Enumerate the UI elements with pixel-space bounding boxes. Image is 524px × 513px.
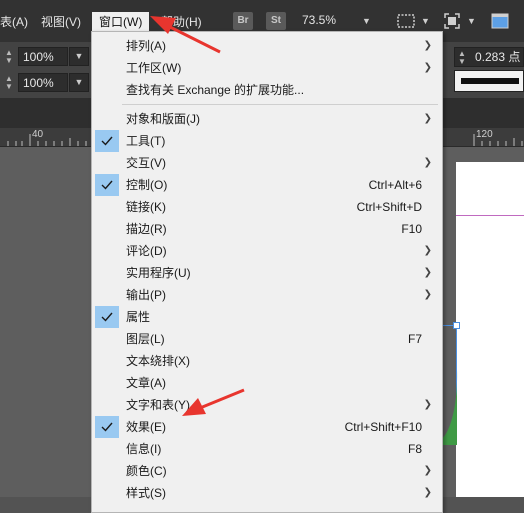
menu-item-label: 样式(S): [126, 486, 166, 500]
menu-item-interactive[interactable]: 交互(V) ❯: [92, 152, 440, 174]
ruler-label-120: 120: [476, 129, 493, 140]
menu-item-output[interactable]: 输出(P) ❯: [92, 284, 440, 306]
menu-item-styles[interactable]: 样式(S) ❯: [92, 482, 440, 504]
stroke-weight-stepper[interactable]: ▲ ▼: [458, 50, 466, 66]
menu-item-label: 查找有关 Exchange 的扩展功能...: [126, 83, 305, 97]
screen-mode-dropdown-icon[interactable]: ▼: [467, 16, 476, 26]
menu-item-arrange[interactable]: 排列(A) ❯: [92, 35, 440, 57]
scale-y-field[interactable]: 100%: [18, 73, 68, 92]
menu-separator: [122, 104, 438, 105]
menu-item-links[interactable]: 链接(K) Ctrl+Shift+D: [92, 196, 440, 218]
view-options-dropdown-icon[interactable]: ▼: [421, 16, 430, 26]
menu-item-label: 对象和版面(J): [126, 112, 200, 126]
submenu-arrow-icon: ❯: [423, 487, 432, 498]
menu-view[interactable]: 视图(V): [41, 13, 81, 31]
menu-item-label: 工作区(W): [126, 61, 182, 75]
bridge-button[interactable]: Br: [233, 12, 253, 30]
submenu-arrow-icon: ❯: [423, 465, 432, 476]
margin-guide: [456, 215, 524, 216]
ruler-label-40: 40: [32, 129, 44, 140]
green-shape[interactable]: [440, 365, 464, 445]
zoom-dropdown-icon[interactable]: ▼: [362, 16, 371, 26]
menu-item-control[interactable]: 控制(O) Ctrl+Alt+6: [92, 174, 440, 196]
menu-item-layers[interactable]: 图层(L) F7: [92, 328, 440, 350]
checkmark-icon: [95, 174, 119, 196]
scale-y-dropdown-icon[interactable]: ▼: [69, 73, 89, 92]
stroke-type-swatch[interactable]: [454, 70, 524, 92]
window-menu: 排列(A) ❯ 工作区(W) ❯ 查找有关 Exchange 的扩展功能... …: [91, 31, 443, 513]
selection-handle[interactable]: [453, 322, 460, 329]
menu-item-label: 信息(I): [126, 442, 162, 456]
menu-item-label: 输出(P): [126, 288, 166, 302]
menu-item-label: 文章(A): [126, 376, 166, 390]
menu-item-label: 工具(T): [126, 134, 166, 148]
menu-item-comments[interactable]: 评论(D) ❯: [92, 240, 440, 262]
menu-item-text-wrap[interactable]: 文本绕排(X): [92, 350, 440, 372]
menu-item-type-and-tables[interactable]: 文字和表(Y) ❯: [92, 394, 440, 416]
checkmark-icon: [95, 306, 119, 328]
checkmark-icon: [95, 130, 119, 152]
menu-item-info[interactable]: 信息(I) F8: [92, 438, 440, 460]
menu-window[interactable]: 窗口(W): [92, 12, 150, 32]
menu-item-label: 颜色(C): [126, 464, 167, 478]
scale-y-stepper[interactable]: ▲ ▼: [4, 75, 14, 91]
submenu-arrow-icon: ❯: [423, 157, 432, 168]
submenu-arrow-icon: ❯: [423, 267, 432, 278]
menu-item-label: 文本绕排(X): [126, 354, 190, 368]
menu-item-shortcut: F10: [401, 222, 422, 236]
menu-item-object-and-layout[interactable]: 对象和版面(J) ❯: [92, 108, 440, 130]
menu-item-label: 描边(R): [126, 222, 167, 236]
menu-item-stroke[interactable]: 描边(R) F10: [92, 218, 440, 240]
scale-x-dropdown-icon[interactable]: ▼: [69, 47, 89, 66]
menu-item-label: 属性: [126, 310, 151, 324]
scale-x-stepper[interactable]: ▲ ▼: [4, 49, 14, 65]
menu-item-tools[interactable]: 工具(T): [92, 130, 440, 152]
menu-help[interactable]: 帮助(H): [161, 13, 202, 31]
menu-item-shortcut: Ctrl+Shift+D: [356, 200, 422, 214]
submenu-arrow-icon: ❯: [423, 113, 432, 124]
menu-item-find-exchange-extensions[interactable]: 查找有关 Exchange 的扩展功能...: [92, 79, 440, 101]
stock-button[interactable]: St: [266, 12, 286, 30]
menu-item-properties[interactable]: 属性: [92, 306, 440, 328]
menu-item-label: 图层(L): [126, 332, 165, 346]
arrange-documents-icon[interactable]: [490, 11, 510, 31]
menu-item-label: 控制(O): [126, 178, 168, 192]
zoom-level[interactable]: 73.5%: [302, 13, 336, 27]
menu-item-articles[interactable]: 文章(A): [92, 372, 440, 394]
submenu-arrow-icon: ❯: [423, 40, 432, 51]
menu-item-label: 实用程序(U): [126, 266, 191, 280]
submenu-arrow-icon: ❯: [423, 245, 432, 256]
menu-item-label: 排列(A): [126, 39, 166, 53]
screen-mode-icon[interactable]: [442, 11, 462, 31]
menu-table[interactable]: 表(A): [0, 13, 28, 31]
menu-item-utilities[interactable]: 实用程序(U) ❯: [92, 262, 440, 284]
menu-item-shortcut: Ctrl+Alt+6: [368, 178, 422, 192]
menu-item-label: 文字和表(Y): [126, 398, 190, 412]
menu-item-color[interactable]: 颜色(C) ❯: [92, 460, 440, 482]
menu-item-label: 交互(V): [126, 156, 166, 170]
checkmark-icon: [95, 416, 119, 438]
menu-item-label: 效果(E): [126, 420, 166, 434]
submenu-arrow-icon: ❯: [423, 62, 432, 73]
menu-item-shortcut: Ctrl+Shift+F10: [344, 420, 422, 434]
menu-item-workspace[interactable]: 工作区(W) ❯: [92, 57, 440, 79]
submenu-arrow-icon: ❯: [423, 399, 432, 410]
menu-item-effects[interactable]: 效果(E) Ctrl+Shift+F10: [92, 416, 440, 438]
menu-item-label: 评论(D): [126, 244, 167, 258]
submenu-arrow-icon: ❯: [423, 289, 432, 300]
menu-item-label: 链接(K): [126, 200, 166, 214]
document-page[interactable]: [456, 162, 524, 497]
menu-item-shortcut: F7: [407, 332, 422, 346]
view-options-icon[interactable]: [396, 11, 416, 31]
scale-x-field[interactable]: 100%: [18, 47, 68, 66]
menu-item-shortcut: F8: [407, 442, 422, 456]
